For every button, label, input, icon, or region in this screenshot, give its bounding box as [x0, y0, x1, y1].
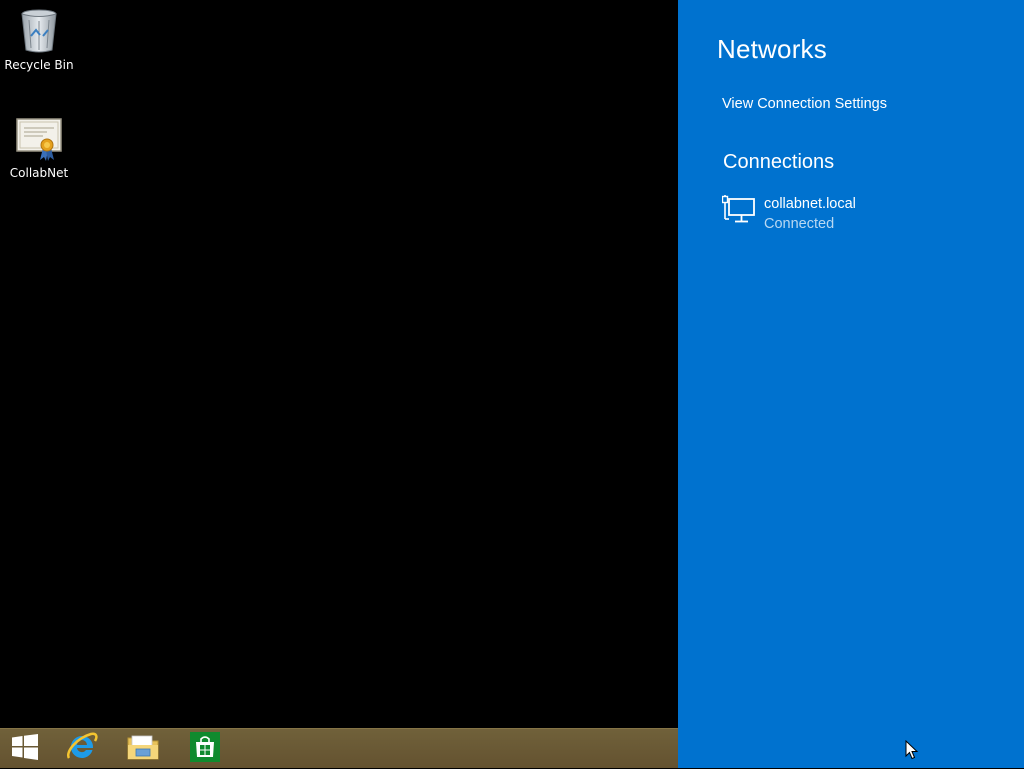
view-connection-settings-link[interactable]: View Connection Settings: [722, 96, 887, 112]
connection-item[interactable]: collabnet.local Connected: [721, 192, 1012, 238]
desktop: Recycle Bin CollabNet: [0, 0, 678, 768]
start-button[interactable]: [0, 729, 50, 769]
certificate-icon: [15, 114, 63, 162]
panel-title: Networks: [717, 34, 827, 64]
mouse-pointer-icon: [905, 739, 919, 760]
connections-heading: Connections: [723, 151, 835, 173]
wired-network-icon: [721, 195, 756, 225]
recycle-bin-icon: [15, 6, 63, 54]
folder-icon: [126, 732, 160, 766]
internet-explorer-icon: [65, 730, 99, 768]
internet-explorer-taskbar-button[interactable]: [56, 729, 108, 769]
desktop-icon-recycle-bin[interactable]: Recycle Bin: [1, 6, 77, 72]
store-taskbar-button[interactable]: [179, 729, 231, 769]
desktop-icon-label: Recycle Bin: [4, 58, 74, 72]
desktop-icon-label: CollabNet: [9, 166, 69, 180]
store-icon: [189, 731, 221, 767]
connection-status: Connected: [764, 216, 835, 232]
windows-logo-icon: [11, 733, 39, 765]
connection-name: collabnet.local: [764, 196, 856, 212]
taskbar: [0, 728, 678, 768]
file-explorer-taskbar-button[interactable]: [117, 729, 169, 769]
desktop-icon-collabnet[interactable]: CollabNet: [1, 114, 77, 180]
networks-charm-panel: Networks View Connection Settings Connec…: [678, 0, 1024, 768]
